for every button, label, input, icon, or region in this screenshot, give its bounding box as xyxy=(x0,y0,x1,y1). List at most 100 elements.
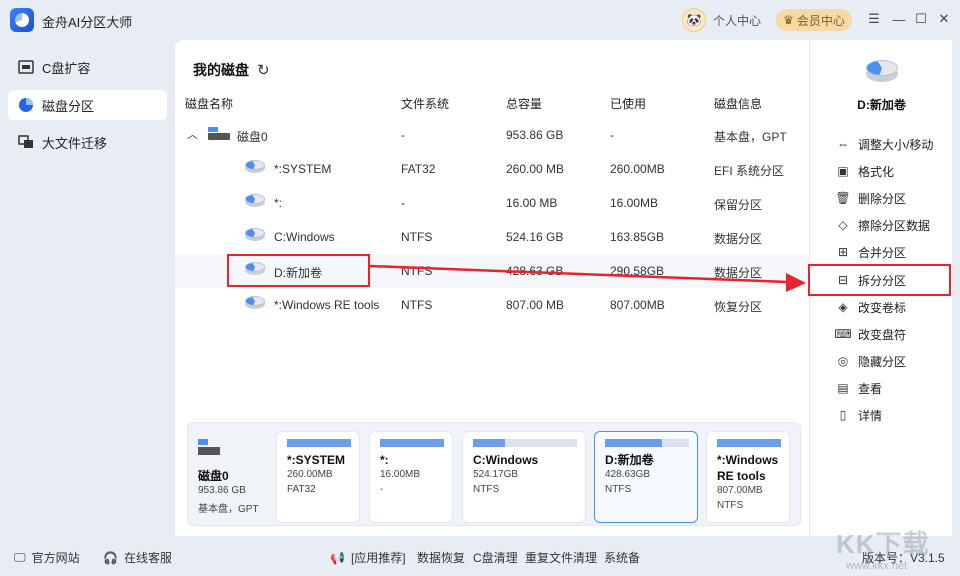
column-header-used: 已使用 xyxy=(610,97,647,111)
recommend-section: 📢 [应用推荐] xyxy=(330,549,406,566)
crown-icon: ♛ xyxy=(783,13,794,27)
restore-icon[interactable]: ☐ xyxy=(913,11,929,27)
action-label: 擦除分区数据 xyxy=(858,218,931,233)
partition-icon xyxy=(245,160,265,174)
sidebar-item-disk-partition[interactable]: 磁盘分区 xyxy=(8,90,167,120)
refresh-icon[interactable]: ↻ xyxy=(257,61,270,79)
delete-icon: 🗑 xyxy=(835,191,851,205)
monitor-icon: 🖵 xyxy=(14,550,26,564)
headset-icon: 🎧 xyxy=(103,550,118,565)
partition-card-name-line1: *:Windows xyxy=(717,453,779,467)
partition-card-fs: NTFS xyxy=(605,484,632,495)
partition-card-name: *:SYSTEM xyxy=(287,453,346,467)
table-row[interactable]: *:SYSTEM FAT32 260.00 MB 260.00MB EFI 系统… xyxy=(175,152,809,186)
sidebar-item-c-drive-expand[interactable]: C盘扩容 xyxy=(8,52,167,82)
action-label: 隐藏分区 xyxy=(858,354,907,369)
watermark-url: www.kkx.net xyxy=(846,560,908,572)
disk-used: - xyxy=(610,128,614,142)
details-action[interactable]: ▯ 详情 xyxy=(836,405,882,425)
change-label-action[interactable]: ◈ 改变卷标 xyxy=(836,297,906,317)
user-center-link[interactable]: 个人中心 xyxy=(713,12,761,29)
view-action[interactable]: ▤ 查看 xyxy=(836,378,882,398)
partition-fs: - xyxy=(401,196,405,210)
change-drive-letter-action[interactable]: ⌨ 改变盘符 xyxy=(834,324,906,344)
page-title: 我的磁盘 ↻ xyxy=(193,60,270,80)
details-icon: ▯ xyxy=(839,408,847,422)
partition-name: *:SYSTEM xyxy=(274,162,332,176)
partition-used: 260.00MB xyxy=(610,162,665,176)
disk-card-type: 基本盘，GPT xyxy=(198,504,259,515)
main-panel: 我的磁盘 ↻ 磁盘名称 文件系统 总容量 已使用 磁盘信息 ︿ 磁盘0 - 95… xyxy=(175,40,809,536)
partition-fs: NTFS xyxy=(401,264,433,278)
page-title-text: 我的磁盘 xyxy=(193,62,249,78)
disk-row[interactable]: ︿ 磁盘0 - 953.86 GB - 基本盘，GPT xyxy=(175,118,809,152)
sidebar-item-large-file-migrate[interactable]: 大文件迁移 xyxy=(8,127,167,157)
title-bar: 金舟AI分区大师 🐼 个人中心 ♛ 会员中心 ☰ — ☐ ✕ xyxy=(0,0,960,40)
partition-total: 260.00 MB xyxy=(506,162,565,176)
chevron-up-icon[interactable]: ︿ xyxy=(187,126,198,142)
partition-total: 524.16 GB xyxy=(506,230,564,244)
partition-total: 428.63 GB xyxy=(506,264,564,278)
delete-partition-action[interactable]: 🗑 删除分区 xyxy=(835,188,907,208)
sidebar-item-label: 大文件迁移 xyxy=(42,135,108,151)
partition-card-name: *:Windows RE tools xyxy=(717,452,778,484)
column-header-total: 总容量 xyxy=(506,97,543,111)
table-row[interactable]: C:Windows NTFS 524.16 GB 163.85GB 数据分区 xyxy=(175,220,809,254)
partition-card[interactable]: C:Windows 524.17GB NTFS xyxy=(462,431,586,523)
close-icon[interactable]: ✕ xyxy=(936,11,952,27)
action-label: 详情 xyxy=(858,408,883,423)
online-support-link[interactable]: 🎧 在线客服 xyxy=(103,549,172,566)
column-header-fs: 文件系统 xyxy=(401,97,450,111)
disk-name: 磁盘0 xyxy=(237,130,268,144)
partition-info: 数据分区 xyxy=(714,232,763,246)
member-center-button[interactable]: ♛ 会员中心 xyxy=(776,9,852,31)
action-label: 改变卷标 xyxy=(858,300,907,315)
partition-total: 807.00 MB xyxy=(506,298,565,312)
menu-icon[interactable]: ☰ xyxy=(866,11,882,27)
disk-fs: - xyxy=(401,128,405,142)
label-icon: ◈ xyxy=(838,300,848,314)
minimize-icon[interactable]: — xyxy=(891,11,907,27)
partition-info: 保留分区 xyxy=(714,198,763,212)
usage-bar xyxy=(473,439,577,447)
view-icon: ▤ xyxy=(837,381,849,395)
table-row[interactable]: *: - 16.00 MB 16.00MB 保留分区 xyxy=(175,186,809,220)
partition-used: 807.00MB xyxy=(610,298,665,312)
hide-partition-action[interactable]: ◎ 隐藏分区 xyxy=(836,351,906,371)
disk-card-name: 磁盘0 xyxy=(198,469,229,483)
recommend-link-c-clean[interactable]: C盘清理 xyxy=(473,549,518,566)
avatar[interactable]: 🐼 xyxy=(682,8,706,32)
resize-icon: ⇔ xyxy=(837,137,849,151)
official-website-label: 官方网站 xyxy=(31,551,80,565)
highlight-box-split-action xyxy=(808,264,951,296)
partition-info: EFI 系统分区 xyxy=(714,164,785,178)
merge-icon: ⊞ xyxy=(837,245,849,259)
resize-move-action[interactable]: ⇔ 调整大小/移动 xyxy=(836,134,933,154)
drive-letter-icon: ⌨ xyxy=(834,327,852,341)
format-action[interactable]: ▣ 格式化 xyxy=(836,161,894,181)
table-row[interactable]: *:Windows RE tools NTFS 807.00 MB 807.00… xyxy=(175,288,809,322)
partition-card[interactable]: *:SYSTEM 260.00MB FAT32 xyxy=(276,431,360,523)
recommend-link-data-recovery[interactable]: 数据恢复 xyxy=(417,549,465,566)
merge-partition-action[interactable]: ⊞ 合并分区 xyxy=(836,242,906,262)
partition-card-size: 16.00MB xyxy=(380,469,421,480)
partition-icon xyxy=(245,194,265,208)
partition-icon xyxy=(245,296,265,310)
partition-used: 16.00MB xyxy=(610,196,659,210)
partition-info: 恢复分区 xyxy=(714,300,763,314)
action-label: 删除分区 xyxy=(858,191,907,206)
status-bar: 🖵 官方网站 🎧 在线客服 📢 [应用推荐] 数据恢复 C盘清理 重复文件清理 … xyxy=(0,542,960,570)
partition-card-name: *: xyxy=(380,453,389,467)
recommend-link-system-backup[interactable]: 系统备 xyxy=(604,549,640,566)
partition-card-selected[interactable]: D:新加卷 428.63GB NTFS xyxy=(594,431,698,523)
partition-card[interactable]: *: 16.00MB - xyxy=(369,431,453,523)
erase-partition-action[interactable]: ◇ 擦除分区数据 xyxy=(836,215,930,235)
recommend-link-duplicate-clean[interactable]: 重复文件清理 xyxy=(525,549,597,566)
partition-card[interactable]: *:Windows RE tools 807.00MB NTFS xyxy=(706,431,790,523)
official-website-link[interactable]: 🖵 官方网站 xyxy=(14,549,80,566)
c-drive-icon xyxy=(18,59,34,75)
partition-used: 290.58GB xyxy=(610,264,665,278)
highlight-box-partition xyxy=(227,254,370,287)
partition-card-size: 260.00MB xyxy=(287,469,333,480)
pie-chart-icon xyxy=(18,97,34,113)
